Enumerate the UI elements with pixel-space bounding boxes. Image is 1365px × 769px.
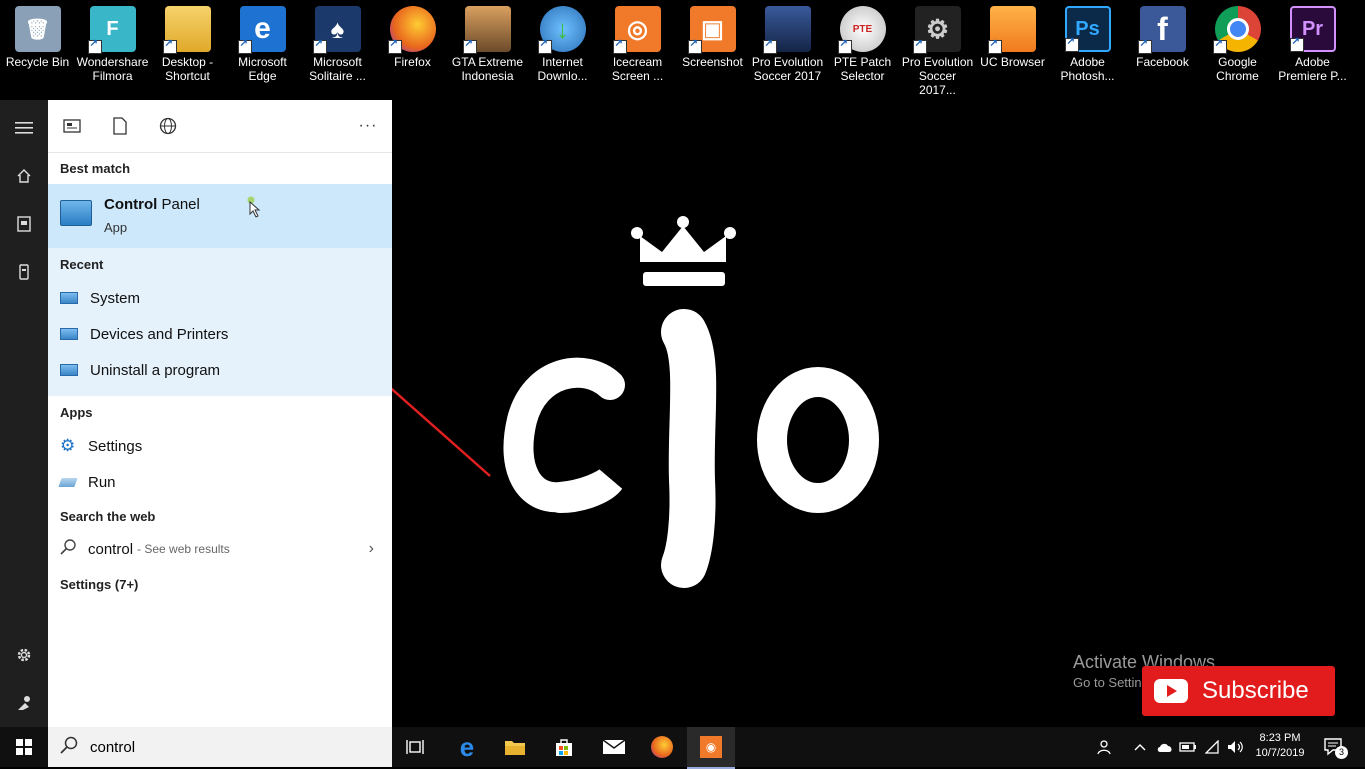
app-item-run[interactable]: Run xyxy=(48,465,392,499)
battery-icon[interactable] xyxy=(1178,727,1198,767)
store-icon[interactable] xyxy=(540,727,588,767)
notification-count-badge: 3 xyxy=(1335,746,1348,759)
app-item-settings[interactable]: ⚙ Settings xyxy=(48,429,392,463)
best-match-control-panel[interactable]: Control Panel App xyxy=(48,184,392,248)
settings-results-heading[interactable]: Settings (7+) xyxy=(60,577,138,592)
notification-center-icon[interactable]: 3 xyxy=(1322,735,1348,759)
file-explorer-icon[interactable] xyxy=(491,727,539,767)
chevron-right-icon[interactable]: › xyxy=(369,540,374,558)
best-match-heading: Best match xyxy=(60,161,131,176)
apps-filter-icon[interactable] xyxy=(60,114,84,138)
chevron-up-icon[interactable] xyxy=(1130,727,1150,767)
recent-section: Recent System Devices and Printers Unins… xyxy=(48,248,392,396)
search-results-panel: ··· Best match Control Panel App Recent … xyxy=(48,100,392,727)
search-icon xyxy=(60,736,78,759)
control-panel-item-icon xyxy=(60,292,78,304)
documents-icon[interactable] xyxy=(0,204,48,244)
settings-icon[interactable] xyxy=(0,635,48,675)
control-panel-item-icon xyxy=(60,364,78,376)
network-icon[interactable] xyxy=(1202,727,1222,767)
people-icon[interactable] xyxy=(1095,727,1115,767)
documents-filter-icon[interactable] xyxy=(108,114,132,138)
more-icon[interactable]: ··· xyxy=(356,114,380,138)
taskbar-search-box[interactable] xyxy=(48,727,392,767)
mouse-cursor-icon xyxy=(247,196,261,218)
task-view-icon[interactable] xyxy=(392,727,440,767)
subscribe-button[interactable]: Subscribe xyxy=(1142,666,1335,716)
windows-logo-icon xyxy=(16,739,32,755)
youtube-play-icon xyxy=(1154,679,1188,703)
mail-icon[interactable] xyxy=(590,727,638,767)
taskbar-edge-icon[interactable]: e xyxy=(443,727,491,767)
best-match-title: Control Panel xyxy=(104,196,200,213)
search-web-heading: Search the web xyxy=(60,509,156,524)
home-icon[interactable] xyxy=(0,156,48,196)
web-filter-icon[interactable] xyxy=(156,114,180,138)
run-icon xyxy=(58,477,78,487)
user-icon[interactable] xyxy=(0,683,48,723)
hamburger-icon[interactable] xyxy=(0,108,48,148)
onedrive-icon[interactable] xyxy=(1155,727,1175,767)
search-filter-toolbar: ··· xyxy=(48,100,392,153)
settings-gear-icon: ⚙ xyxy=(60,436,76,455)
recent-item-devices-and-printers[interactable]: Devices and Printers xyxy=(48,317,392,351)
apps-heading: Apps xyxy=(60,405,93,420)
device-icon[interactable] xyxy=(0,252,48,292)
best-match-subtitle: App xyxy=(104,220,128,235)
taskbar: e ◉ 8:23 PM 10/7/2019 3 xyxy=(0,727,1365,769)
recent-item-uninstall-program[interactable]: Uninstall a program xyxy=(48,353,392,387)
web-search-result[interactable]: control - See web results › xyxy=(48,532,392,566)
start-button[interactable] xyxy=(0,727,48,767)
taskbar-clock[interactable]: 8:23 PM 10/7/2019 xyxy=(1250,731,1310,761)
control-panel-item-icon xyxy=(60,328,78,340)
taskbar-screenshot-icon[interactable]: ◉ xyxy=(687,727,735,769)
recent-item-system[interactable]: System xyxy=(48,281,392,315)
control-panel-icon xyxy=(60,200,92,226)
recent-heading: Recent xyxy=(60,257,104,272)
taskbar-firefox-icon[interactable] xyxy=(638,727,686,767)
search-icon xyxy=(60,539,78,559)
volume-icon[interactable] xyxy=(1226,727,1246,767)
search-input[interactable] xyxy=(88,737,352,757)
start-menu-rail xyxy=(0,100,48,727)
